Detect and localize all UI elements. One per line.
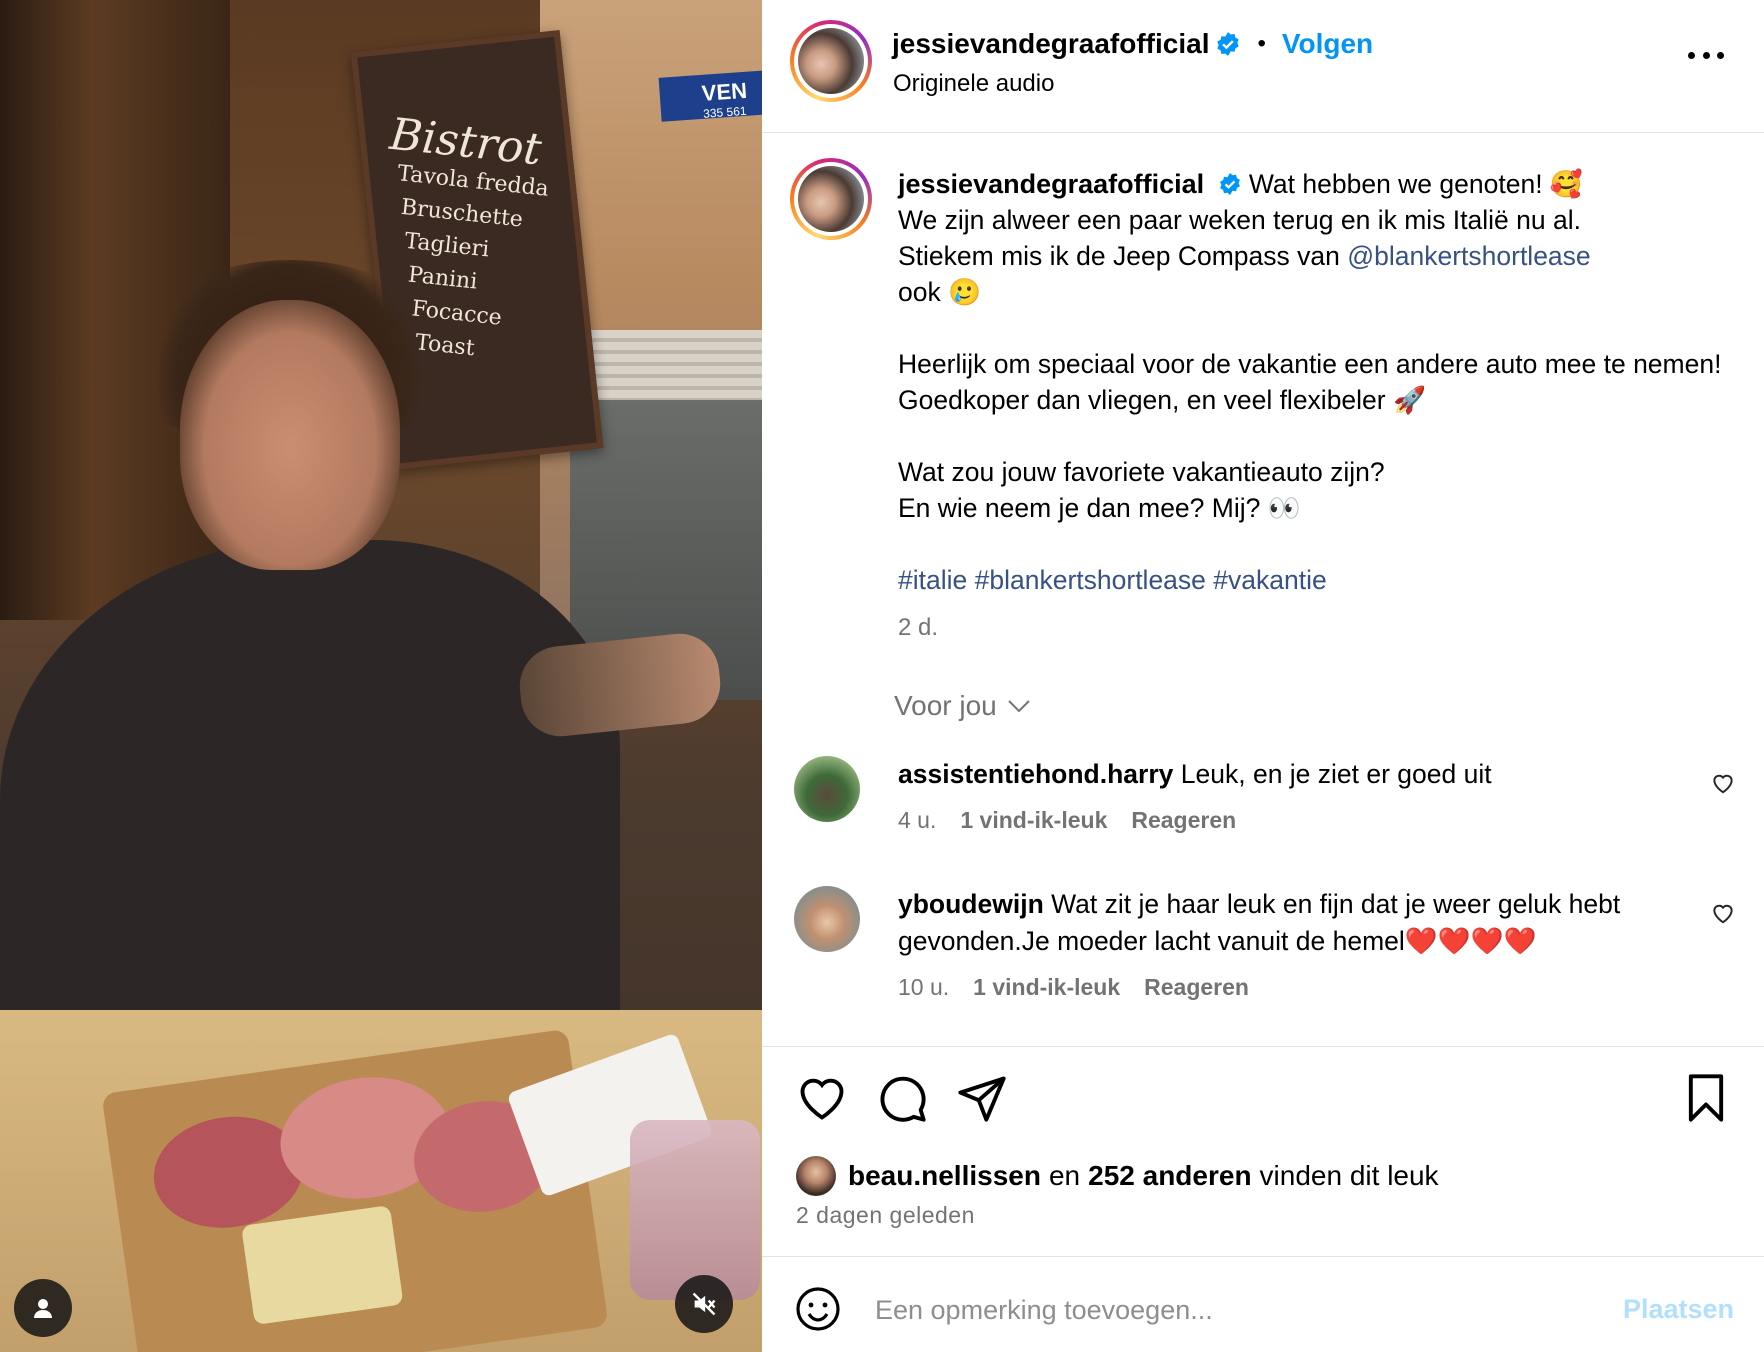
verified-badge-icon xyxy=(1217,32,1240,56)
person-body xyxy=(0,540,620,1060)
user-tag-button[interactable] xyxy=(14,1279,72,1337)
heart-icon[interactable] xyxy=(1710,770,1736,796)
comment-sort-dropdown[interactable]: Voor jou xyxy=(894,690,1031,722)
reply-button[interactable]: Reageren xyxy=(1131,807,1236,834)
bookmark-icon[interactable] xyxy=(1680,1072,1732,1124)
send-icon[interactable] xyxy=(956,1072,1008,1124)
comment-meta: 4 u. 1 vind-ik-leuk Reageren xyxy=(898,807,1236,834)
likes-suffix: vinden dit leuk xyxy=(1259,1160,1439,1191)
actions-divider xyxy=(762,1046,1764,1047)
post-comment-button[interactable]: Plaatsen xyxy=(1623,1294,1734,1325)
more-options-button[interactable] xyxy=(1688,52,1724,62)
more-horizontal-icon xyxy=(1688,52,1695,59)
comment-input[interactable] xyxy=(875,1288,1575,1332)
glass xyxy=(630,1120,760,1300)
caption-paragraph: Heerlijk om speciaal voor de vakantie ee… xyxy=(898,349,1722,415)
caption-line: We zijn alweer een paar weken terug en i… xyxy=(898,205,1581,235)
hashtag-link[interactable]: #vakantie xyxy=(1213,565,1326,595)
likes-others[interactable]: 252 anderen xyxy=(1088,1160,1251,1192)
hashtag-link[interactable]: #blankertshortlease xyxy=(975,565,1206,595)
comment-sort-label: Voor jou xyxy=(894,690,997,721)
caption-username[interactable]: jessievandegraafofficial xyxy=(898,169,1204,199)
commenter-username[interactable]: yboudewijn xyxy=(898,889,1044,919)
caption-author-avatar[interactable] xyxy=(790,158,872,240)
comment-age[interactable]: 4 u. xyxy=(898,807,936,834)
comment-likes[interactable]: 1 vind-ik-leuk xyxy=(960,807,1107,834)
caption-line: En wie neem je dan mee? Mij? 👀 xyxy=(898,493,1301,523)
likes-summary[interactable]: beau.nellissen en 252 anderen vinden dit… xyxy=(796,1156,1439,1196)
post-date[interactable]: 2 dagen geleden xyxy=(796,1202,975,1229)
comment-age[interactable]: 10 u. xyxy=(898,974,949,1001)
commenter-username[interactable]: assistentiehond.harry xyxy=(898,759,1173,789)
author-avatar[interactable] xyxy=(790,20,872,102)
heart-icon[interactable] xyxy=(796,1072,848,1124)
person-head xyxy=(180,300,400,570)
author-row: jessievandegraafofficial • Volgen xyxy=(892,28,1373,60)
hashtag-link[interactable]: #italie xyxy=(898,565,967,595)
mention-link[interactable]: @blankertshortlease xyxy=(1347,241,1590,271)
author-username[interactable]: jessievandegraafofficial xyxy=(892,28,1209,60)
liker-avatar[interactable] xyxy=(796,1156,836,1196)
caption-line: Stiekem mis ik de Jeep Compass van xyxy=(898,241,1340,271)
audio-label[interactable]: Originele audio xyxy=(893,70,1054,98)
chevron-down-icon xyxy=(1008,700,1030,713)
follow-button[interactable]: Volgen xyxy=(1282,28,1373,60)
comment-body: yboudewijn Wat zit je haar leuk en fijn … xyxy=(898,886,1658,960)
likes-connector: en xyxy=(1048,1160,1081,1191)
liker-username[interactable]: beau.nellissen xyxy=(848,1160,1041,1192)
post-header: jessievandegraafofficial • Volgen Origin… xyxy=(762,0,1764,133)
speaker-muted-icon xyxy=(692,1292,716,1316)
commenter-avatar[interactable] xyxy=(794,756,860,822)
comment-body: assistentiehond.harry Leuk, en je ziet e… xyxy=(898,756,1658,793)
caption-line: Wat hebben we genoten! 🥰 xyxy=(1248,169,1583,199)
commenter-avatar[interactable] xyxy=(794,886,860,952)
comment-meta: 10 u. 1 vind-ik-leuk Reageren xyxy=(898,974,1249,1001)
post-media[interactable]: VEN 335 561 Bistrot Tavola fredda Brusch… xyxy=(0,0,762,1352)
smiley-icon[interactable] xyxy=(794,1285,842,1333)
caption-timestamp[interactable]: 2 d. xyxy=(898,614,938,642)
mute-button[interactable] xyxy=(675,1275,733,1333)
person-icon xyxy=(34,1299,52,1318)
heart-icon[interactable] xyxy=(1710,900,1736,926)
street-sign: VEN 335 561 xyxy=(658,70,762,122)
caption-line: ook 🥲 xyxy=(898,277,982,307)
comment-text: Leuk, en je ziet er goed uit xyxy=(1180,759,1492,789)
post-caption: jessievandegraafofficial Wat hebben we g… xyxy=(898,166,1728,598)
cheese xyxy=(241,1205,404,1326)
comment-icon[interactable] xyxy=(876,1072,928,1124)
reply-button[interactable]: Reageren xyxy=(1144,974,1249,1001)
verified-badge-icon xyxy=(1219,173,1240,195)
separator-dot: • xyxy=(1257,30,1266,57)
street-sign-text: VEN xyxy=(700,77,748,106)
comment-likes[interactable]: 1 vind-ik-leuk xyxy=(973,974,1120,1001)
post-panel: jessievandegraafofficial • Volgen Origin… xyxy=(762,0,1764,1352)
composer-divider xyxy=(762,1256,1764,1257)
caption-line: Wat zou jouw favoriete vakantieauto zijn… xyxy=(898,457,1385,487)
